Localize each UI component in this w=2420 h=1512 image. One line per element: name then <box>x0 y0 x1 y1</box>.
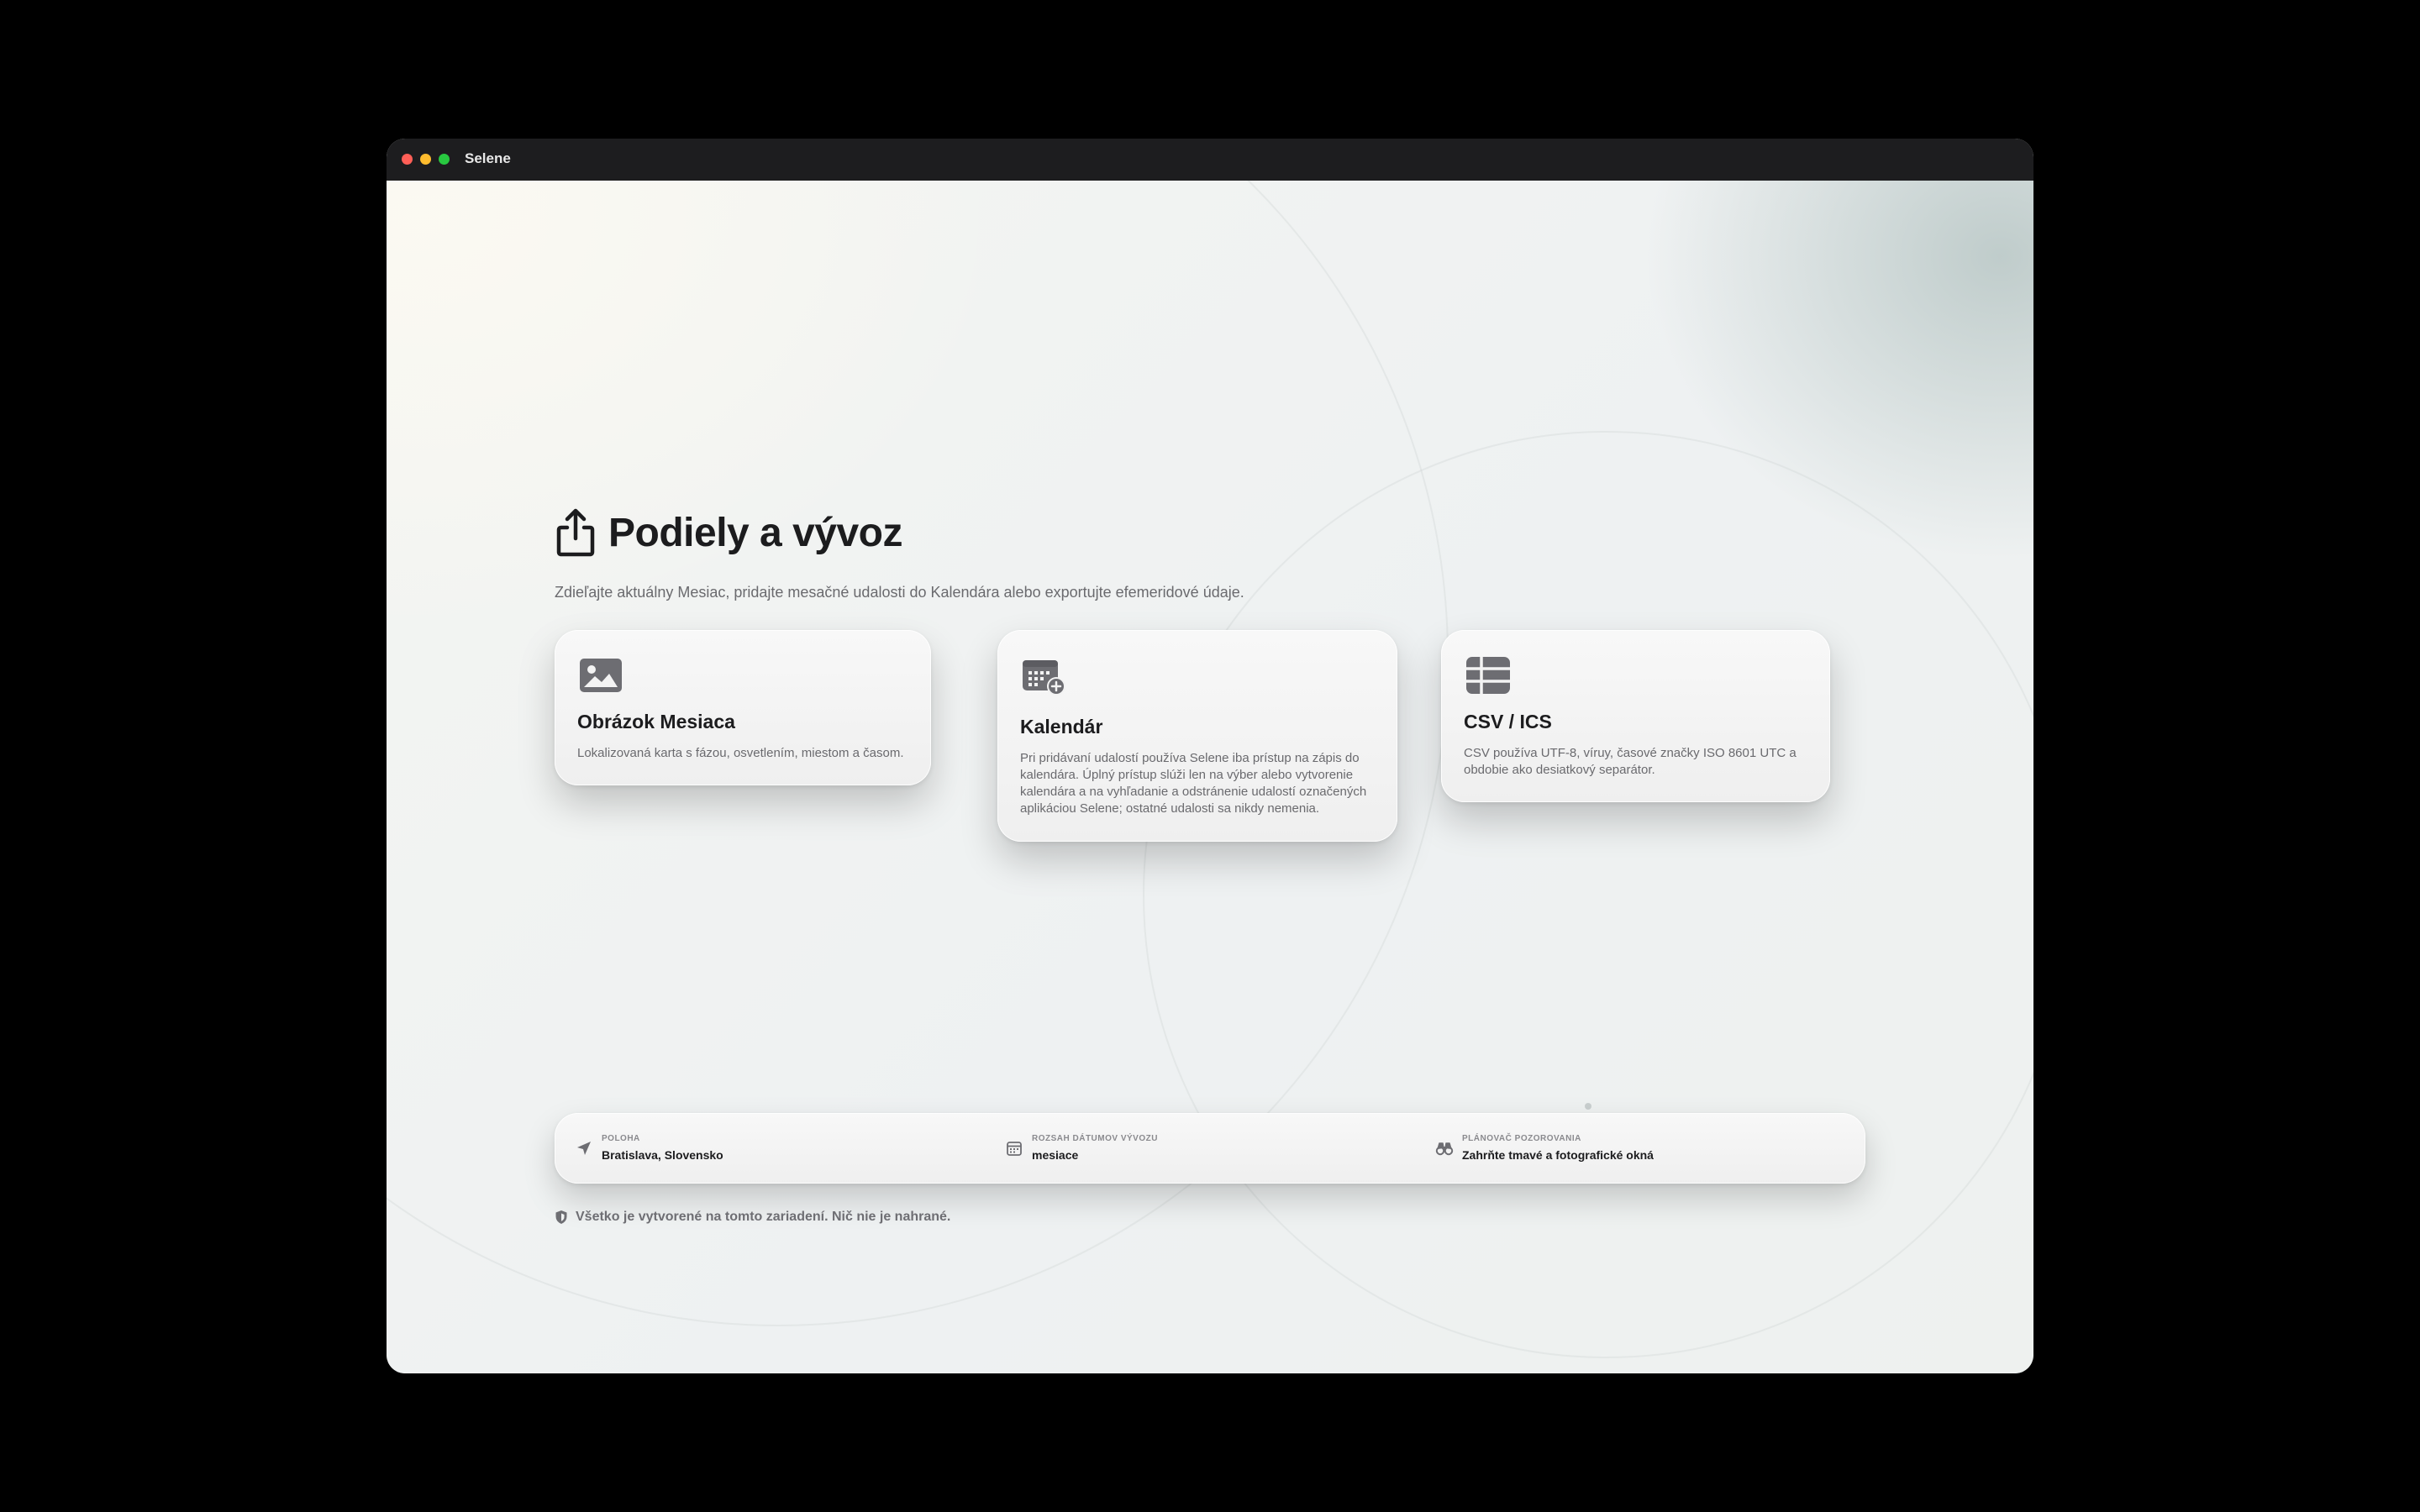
share-icon <box>556 508 595 557</box>
photo-icon <box>580 659 622 692</box>
setting-label: POLOHA <box>602 1134 640 1143</box>
export-settings-bar: POLOHA Bratislava, Slovensko ROZSAH DÁTU… <box>555 1113 1865 1184</box>
moon-image-card[interactable]: Obrázok Mesiaca Lokalizovaná karta s fáz… <box>555 630 931 785</box>
setting-value: mesiace <box>1032 1148 1079 1162</box>
location-arrow-icon <box>577 1142 591 1155</box>
table-icon <box>1466 657 1510 694</box>
privacy-note-text: Všetko je vytvorené na tomto zariadení. … <box>576 1210 951 1224</box>
calendar-card[interactable]: Kalendár Pri pridávaní udalostí používa … <box>997 630 1397 842</box>
page-heading: Podiely a vývoz <box>555 506 903 559</box>
background-ring <box>1143 431 2033 1358</box>
card-title: Obrázok Mesiaca <box>577 711 735 732</box>
app-window: Selene Podiely a vývoz Zdieľajte aktuáln… <box>387 139 2033 1373</box>
card-description: Pri pridávaní udalostí používa Selene ib… <box>1020 751 1367 816</box>
card-title: Kalendár <box>1020 716 1103 738</box>
setting-label: PLÁNOVAČ POZOROVANIA <box>1462 1134 1581 1143</box>
location-setting[interactable]: POLOHA Bratislava, Slovensko <box>575 1131 953 1165</box>
setting-value: Zahrňte tmavé a fotografické okná <box>1462 1148 1654 1162</box>
shield-icon <box>555 1210 567 1224</box>
card-title: CSV / ICS <box>1464 711 1552 732</box>
csv-ics-card[interactable]: CSV / ICS CSV používa UTF-8, víruy, časo… <box>1441 630 1830 802</box>
calendar-add-icon <box>1023 660 1065 696</box>
maximize-window-button[interactable] <box>439 154 450 165</box>
window-title: Selene <box>465 150 511 166</box>
setting-label: ROZSAH DÁTUMOV VÝVOZU <box>1032 1134 1158 1143</box>
setting-value: Bratislava, Slovensko <box>602 1148 723 1162</box>
minimize-window-button[interactable] <box>420 154 431 165</box>
card-description: CSV používa UTF-8, víruy, časové značky … <box>1464 746 1797 777</box>
observation-planner-setting[interactable]: PLÁNOVAČ POZOROVANIA Zahrňte tmavé a fot… <box>1435 1131 1830 1165</box>
background-dot <box>1585 1103 1591 1110</box>
date-range-setting[interactable]: ROZSAH DÁTUMOV VÝVOZU mesiace <box>1005 1131 1383 1165</box>
privacy-note: Všetko je vytvorené na tomto zariadení. … <box>555 1208 950 1226</box>
page-title: Podiely a vývoz <box>608 510 903 555</box>
card-description: Lokalizovaná karta s fázou, osvetlením, … <box>577 746 904 760</box>
page-subtitle: Zdieľajte aktuálny Mesiac, pridajte mesa… <box>555 584 1244 601</box>
title-bar: Selene <box>387 139 2033 181</box>
close-window-button[interactable] <box>402 154 413 165</box>
main-content: Podiely a vývoz Zdieľajte aktuálny Mesia… <box>387 181 2033 1373</box>
binoculars-icon <box>1435 1142 1454 1156</box>
calendar-icon <box>1007 1142 1022 1156</box>
